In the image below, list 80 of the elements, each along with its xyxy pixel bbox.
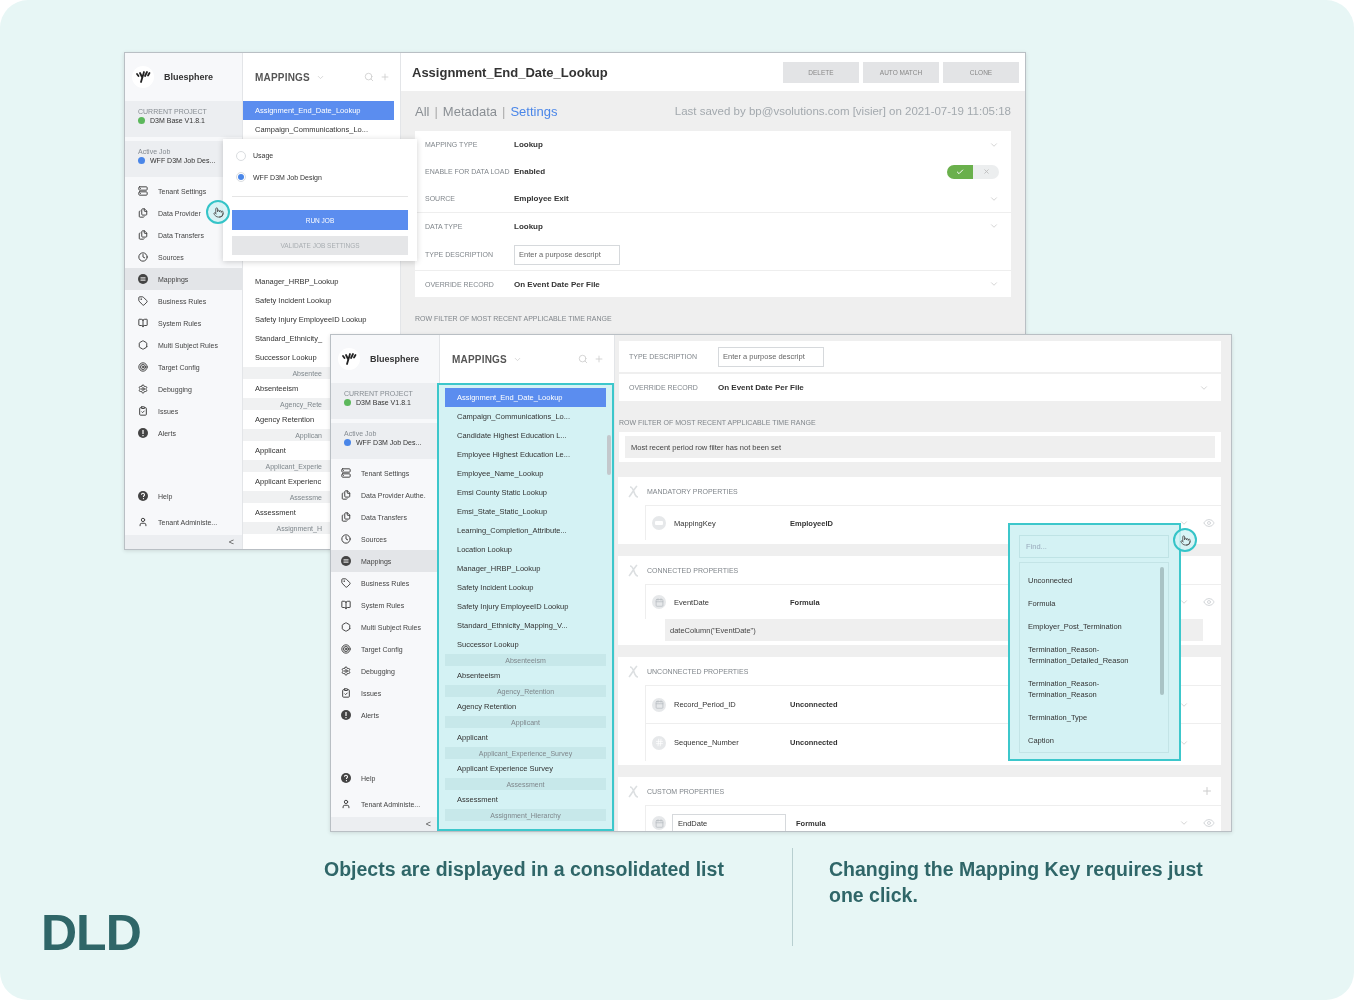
book-icon <box>138 318 148 328</box>
target-icon <box>138 362 148 372</box>
number-type-icon <box>652 735 666 750</box>
documents-icon <box>138 230 148 240</box>
text-type-icon <box>652 516 666 530</box>
tag-icon <box>341 578 351 588</box>
field-value: Enabled <box>514 167 547 176</box>
scrollbar[interactable] <box>607 435 611 475</box>
collapse-button[interactable]: < <box>125 535 242 549</box>
field-value[interactable]: Employee Exit <box>514 194 989 203</box>
tab-separator: | <box>502 103 506 119</box>
documents-icon <box>341 512 351 522</box>
add-icon[interactable] <box>1201 785 1213 797</box>
chevron-down-icon[interactable] <box>1179 597 1189 607</box>
list-title: MAPPINGS <box>452 353 507 365</box>
mapping-icon <box>138 274 148 284</box>
tab-separator: | <box>434 103 438 119</box>
hexagon-icon <box>341 622 351 632</box>
status-dot <box>138 117 145 124</box>
caption: Objects are displayed in a consolidated list <box>324 857 725 882</box>
formula-x-icon <box>627 484 639 498</box>
calendar-icon <box>652 816 666 830</box>
search-icon[interactable] <box>578 354 588 364</box>
logo-icon <box>338 348 360 370</box>
target-icon <box>341 644 351 654</box>
documents-icon <box>341 490 351 500</box>
search-icon[interactable] <box>364 72 374 82</box>
chevron-down-icon[interactable] <box>1179 818 1189 828</box>
eye-icon[interactable] <box>1203 517 1215 529</box>
clock-icon <box>341 534 351 544</box>
check-icon <box>956 167 964 176</box>
chevron-down-icon[interactable] <box>989 221 999 231</box>
logo-icon <box>132 66 154 88</box>
status-dot <box>344 439 351 446</box>
toggle-switch[interactable] <box>947 164 999 179</box>
user-icon <box>341 799 351 809</box>
alert-icon <box>341 710 351 720</box>
gear-icon <box>341 666 351 676</box>
add-icon[interactable] <box>594 354 604 364</box>
help-icon <box>341 773 351 783</box>
collapse-button[interactable]: < <box>331 817 439 831</box>
help-icon <box>138 491 148 501</box>
close-icon <box>982 168 990 175</box>
formula-x-icon <box>627 563 639 577</box>
field-value[interactable]: Lookup <box>514 221 989 231</box>
eye-icon[interactable] <box>1203 817 1215 829</box>
documents-icon <box>138 208 148 218</box>
list-title: MAPPINGS <box>255 71 310 83</box>
brand-name: Bluesphere <box>164 72 214 82</box>
clipboard-icon <box>138 406 148 416</box>
clipboard-icon <box>341 688 351 698</box>
add-icon[interactable] <box>380 72 390 82</box>
last-saved-text: Last saved by bp@vsolutions.com [visier] on 2021-07-19 11:05:18 <box>674 105 1011 117</box>
page-title: Assignment_End_Date_Lookup <box>412 64 609 80</box>
eye-icon[interactable] <box>1203 596 1215 608</box>
status-dot <box>138 157 145 164</box>
formula-x-icon <box>627 784 639 798</box>
clock-icon <box>138 252 148 262</box>
logo-text: DLD <box>41 904 142 962</box>
formula-x-icon <box>627 664 639 678</box>
book-icon <box>341 600 351 610</box>
scrollbar[interactable] <box>1160 567 1164 695</box>
hexagon-icon <box>138 340 148 350</box>
calendar-icon <box>652 595 666 609</box>
server-icon <box>341 468 351 478</box>
alert-icon <box>138 428 148 438</box>
calendar-icon <box>652 697 666 712</box>
caption: Changing the Mapping Key requires just one click. <box>829 857 1204 908</box>
status-dot <box>344 399 351 406</box>
chevron-down-icon[interactable] <box>1179 518 1189 528</box>
tag-icon <box>138 296 148 306</box>
field-value[interactable]: Lookup <box>514 140 989 149</box>
user-icon <box>138 517 148 527</box>
mapping-icon <box>341 556 351 566</box>
chevron-down-icon[interactable] <box>989 279 999 289</box>
server-icon <box>138 186 148 196</box>
gear-icon <box>138 384 148 394</box>
field-value[interactable]: On Event Date Per File <box>514 279 989 289</box>
field-value[interactable]: On Event Date Per File <box>718 383 1199 392</box>
brand-name: Bluesphere <box>370 354 420 364</box>
